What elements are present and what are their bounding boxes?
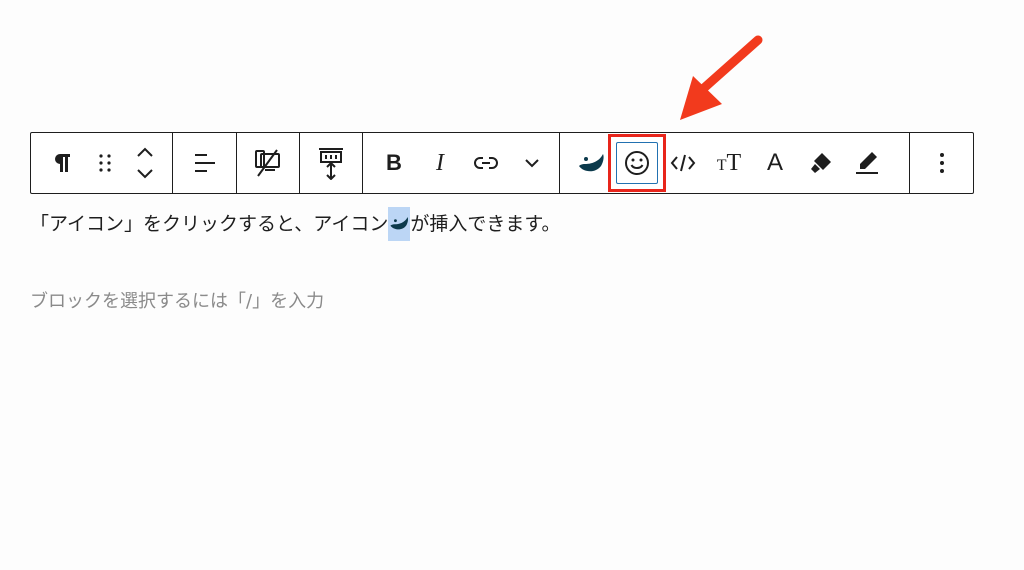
emoji-button-focus (616, 142, 658, 184)
options-button[interactable] (919, 133, 965, 193)
code-button[interactable] (660, 133, 706, 193)
hide-on-device-icon (255, 149, 280, 177)
block-toolbar: B I TT A (30, 132, 974, 194)
move-up-down-icon (137, 147, 153, 179)
drag-handle-button[interactable] (85, 133, 125, 193)
drag-handle-icon (99, 154, 111, 172)
align-button[interactable] (182, 133, 228, 193)
paragraph-text-after: が挿入できます。 (410, 213, 561, 235)
toolbar-group-visibility (237, 133, 300, 193)
emoji-icon (625, 151, 649, 175)
bold-icon: B (386, 150, 402, 175)
paragraph-block[interactable]: 「アイコン」をクリックすると、アイコン が挿入できます。 (30, 207, 560, 241)
marker-button[interactable] (798, 133, 844, 193)
hide-on-device-button[interactable] (245, 133, 291, 193)
text-color-icon: A (766, 149, 783, 176)
text-color-button[interactable]: A (752, 133, 798, 193)
marker-icon (811, 153, 831, 173)
text-size-small-glyph: T (716, 157, 727, 174)
paragraph-button[interactable] (39, 133, 85, 193)
toolbar-group-spacing (300, 133, 363, 193)
move-up-down-button[interactable] (125, 133, 165, 193)
link-button[interactable] (463, 133, 509, 193)
paragraph-text-before: 「アイコン」をクリックすると、アイコン (30, 213, 389, 235)
toolbar-group-options (910, 133, 973, 193)
toolbar-group-plugins: TT A (560, 133, 910, 193)
text-size-icon: TT (717, 151, 741, 175)
annotation-arrow-icon (680, 35, 763, 120)
text-size-large-glyph: T (726, 150, 742, 176)
paragraph-icon (55, 154, 70, 172)
brand-drop-icon (579, 154, 604, 172)
text-size-button[interactable]: TT (706, 133, 752, 193)
more-formatting-button[interactable] (509, 133, 555, 193)
brand-drop-icon (390, 217, 409, 230)
emoji-button[interactable] (608, 133, 666, 193)
block-spacing-button[interactable] (308, 133, 354, 193)
highlight-pen-icon (856, 152, 878, 174)
toolbar-group-formatting: B I (363, 133, 560, 193)
inserted-inline-icon[interactable] (388, 207, 411, 241)
highlight-box (608, 134, 666, 192)
kebab-menu-icon (939, 153, 944, 173)
block-placeholder[interactable]: ブロックを選択するには「/」を入力 (30, 287, 324, 317)
italic-icon: I (436, 150, 444, 176)
highlight-button[interactable] (844, 133, 890, 193)
link-icon (474, 157, 498, 169)
italic-button[interactable]: I (417, 133, 463, 193)
toolbar-group-block (31, 133, 173, 193)
block-spacing-icon (319, 148, 343, 180)
chevron-down-icon (525, 159, 539, 168)
bold-button[interactable]: B (371, 133, 417, 193)
code-icon (670, 154, 696, 172)
toolbar-group-align (173, 133, 237, 193)
align-icon (194, 154, 215, 172)
